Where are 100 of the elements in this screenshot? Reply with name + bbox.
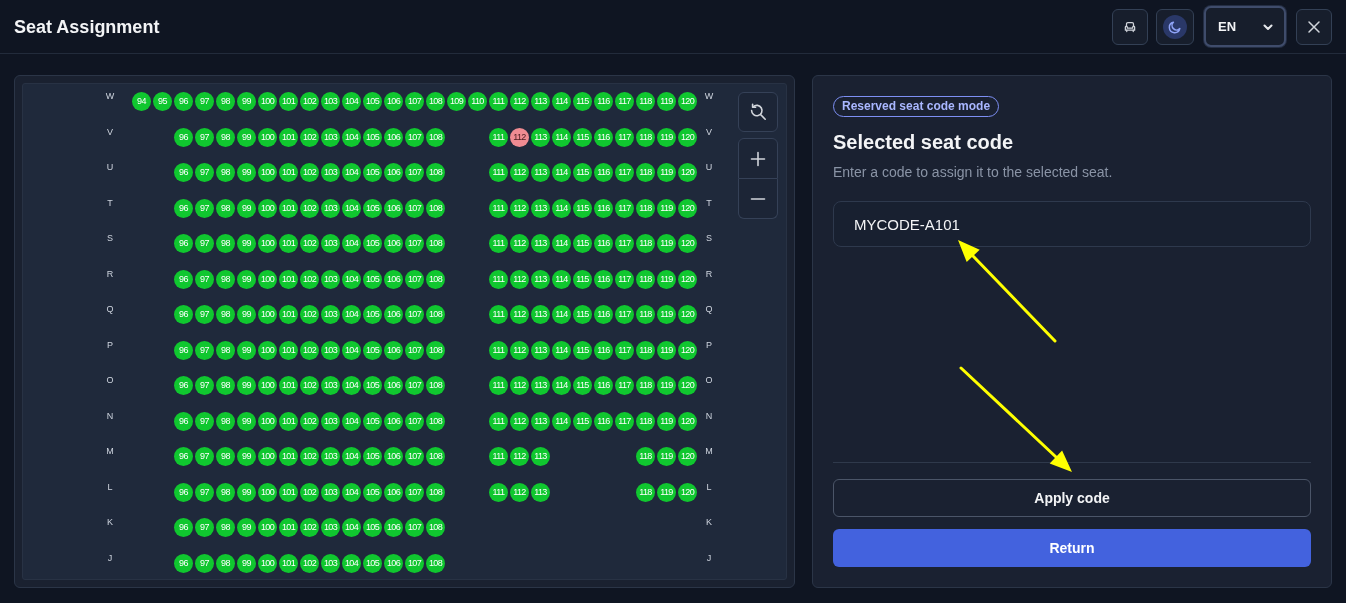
zoom-in-button[interactable] [738, 138, 778, 179]
seat[interactable]: 117 [615, 376, 634, 396]
seat[interactable]: 97 [195, 411, 214, 431]
seat[interactable]: 95 [153, 92, 172, 112]
seat[interactable]: 103 [321, 127, 340, 147]
seat[interactable]: 99 [237, 198, 256, 218]
seat[interactable]: 106 [384, 127, 403, 147]
seat[interactable]: 104 [342, 376, 361, 396]
seat[interactable]: 113 [531, 340, 550, 360]
seat[interactable]: 115 [573, 234, 592, 254]
seat[interactable]: 114 [552, 340, 571, 360]
seat[interactable]: 117 [615, 234, 634, 254]
seat[interactable]: 103 [321, 269, 340, 289]
seat[interactable]: 111 [489, 482, 508, 502]
seat[interactable]: 105 [363, 340, 382, 360]
seat[interactable]: 96 [174, 234, 193, 254]
seat[interactable]: 102 [300, 163, 319, 183]
seat[interactable]: 104 [342, 198, 361, 218]
seat[interactable]: 118 [636, 340, 655, 360]
seat[interactable]: 112 [510, 482, 529, 502]
seat[interactable]: 102 [300, 411, 319, 431]
seat[interactable]: 111 [489, 376, 508, 396]
seat[interactable]: 120 [678, 163, 697, 183]
seat[interactable]: 111 [489, 447, 508, 467]
seat[interactable]: 100 [258, 234, 277, 254]
seat[interactable]: 114 [552, 411, 571, 431]
seat[interactable]: 97 [195, 482, 214, 502]
seat[interactable]: 102 [300, 482, 319, 502]
seat[interactable]: 114 [552, 127, 571, 147]
seat[interactable]: 111 [489, 269, 508, 289]
seat[interactable]: 103 [321, 482, 340, 502]
seat[interactable]: 119 [657, 447, 676, 467]
seat[interactable]: 102 [300, 305, 319, 325]
seat[interactable]: 118 [636, 447, 655, 467]
seat[interactable]: 118 [636, 92, 655, 112]
seat[interactable]: 96 [174, 518, 193, 538]
seat[interactable]: 114 [552, 234, 571, 254]
seat[interactable]: 96 [174, 163, 193, 183]
seat[interactable]: 111 [489, 340, 508, 360]
seat[interactable]: 97 [195, 269, 214, 289]
seat[interactable]: 97 [195, 518, 214, 538]
seat[interactable]: 96 [174, 553, 193, 573]
seat[interactable]: 120 [678, 376, 697, 396]
seat[interactable]: 105 [363, 198, 382, 218]
seat[interactable]: 96 [174, 340, 193, 360]
seat[interactable]: 104 [342, 305, 361, 325]
seat[interactable]: 100 [258, 127, 277, 147]
seat[interactable]: 104 [342, 269, 361, 289]
seat[interactable]: 99 [237, 340, 256, 360]
seat[interactable]: 100 [258, 269, 277, 289]
seat[interactable]: 98 [216, 376, 235, 396]
seat[interactable]: 106 [384, 518, 403, 538]
seat[interactable]: 116 [594, 376, 613, 396]
seat[interactable]: 113 [531, 305, 550, 325]
seat[interactable]: 118 [636, 482, 655, 502]
seat[interactable]: 104 [342, 411, 361, 431]
seat[interactable]: 117 [615, 411, 634, 431]
seat[interactable]: 116 [594, 411, 613, 431]
seat[interactable]: 118 [636, 127, 655, 147]
seat[interactable]: 105 [363, 482, 382, 502]
seat[interactable]: 120 [678, 305, 697, 325]
seat[interactable]: 100 [258, 305, 277, 325]
seat[interactable]: 120 [678, 340, 697, 360]
seat[interactable]: 103 [321, 553, 340, 573]
seat[interactable]: 106 [384, 411, 403, 431]
seat[interactable]: 104 [342, 340, 361, 360]
seat[interactable]: 118 [636, 305, 655, 325]
seat[interactable]: 115 [573, 163, 592, 183]
seat[interactable]: 96 [174, 92, 193, 112]
seat[interactable]: 99 [237, 482, 256, 502]
seat[interactable]: 98 [216, 553, 235, 573]
seat[interactable]: 118 [636, 411, 655, 431]
seat[interactable]: 101 [279, 340, 298, 360]
seat[interactable]: 114 [552, 163, 571, 183]
seat[interactable]: 115 [573, 127, 592, 147]
seat[interactable]: 103 [321, 163, 340, 183]
seat[interactable]: 106 [384, 198, 403, 218]
seat[interactable]: 96 [174, 376, 193, 396]
seat[interactable]: 97 [195, 92, 214, 112]
seat[interactable]: 116 [594, 269, 613, 289]
seat[interactable]: 99 [237, 127, 256, 147]
seat[interactable]: 98 [216, 234, 235, 254]
seat[interactable]: 107 [405, 482, 424, 502]
seat[interactable]: 111 [489, 234, 508, 254]
seat[interactable]: 99 [237, 411, 256, 431]
seat[interactable]: 112 [510, 163, 529, 183]
seat[interactable]: 113 [531, 234, 550, 254]
seat[interactable]: 112 [510, 127, 529, 147]
seat[interactable]: 118 [636, 376, 655, 396]
seat[interactable]: 106 [384, 482, 403, 502]
seat[interactable]: 114 [552, 376, 571, 396]
seat[interactable]: 98 [216, 305, 235, 325]
seat[interactable]: 96 [174, 269, 193, 289]
seat[interactable]: 108 [426, 482, 445, 502]
seat[interactable]: 104 [342, 127, 361, 147]
seat[interactable]: 117 [615, 163, 634, 183]
apply-code-button[interactable]: Apply code [833, 479, 1311, 517]
seat[interactable]: 120 [678, 234, 697, 254]
seat[interactable]: 117 [615, 127, 634, 147]
seat[interactable]: 104 [342, 447, 361, 467]
